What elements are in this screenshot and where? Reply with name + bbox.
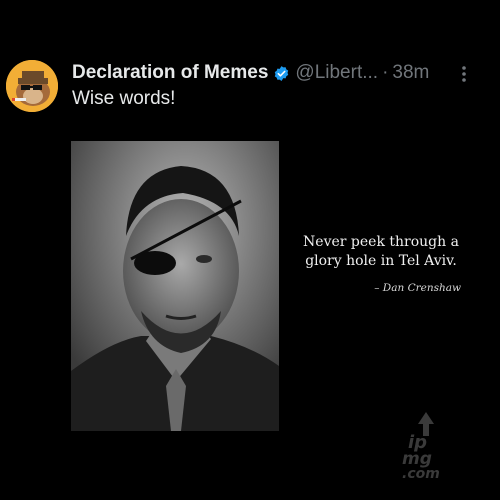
more-options-icon[interactable] (454, 64, 474, 84)
portrait-photo (71, 141, 279, 431)
post-media-image[interactable]: Never peek through a glory hole in Tel A… (71, 141, 467, 431)
author-name[interactable]: Declaration of Memes (72, 62, 268, 84)
svg-text:.com: .com (402, 466, 440, 480)
quote-attribution: – Dan Crenshaw (374, 282, 461, 294)
post-timestamp[interactable]: 38m (392, 62, 429, 84)
imgflip-watermark-logo: ip mg .com (400, 410, 466, 482)
separator-dot: · (382, 62, 389, 83)
post-text: Wise words! (72, 88, 176, 109)
author-avatar[interactable] (6, 60, 58, 112)
post-header: Declaration of Memes @Libert... · 38m (72, 60, 474, 86)
quote-text: Never peek through a glory hole in Tel A… (303, 234, 459, 269)
author-handle[interactable]: @Libert... (295, 62, 378, 84)
avatar-image (6, 60, 58, 112)
verified-badge-icon (273, 65, 290, 82)
